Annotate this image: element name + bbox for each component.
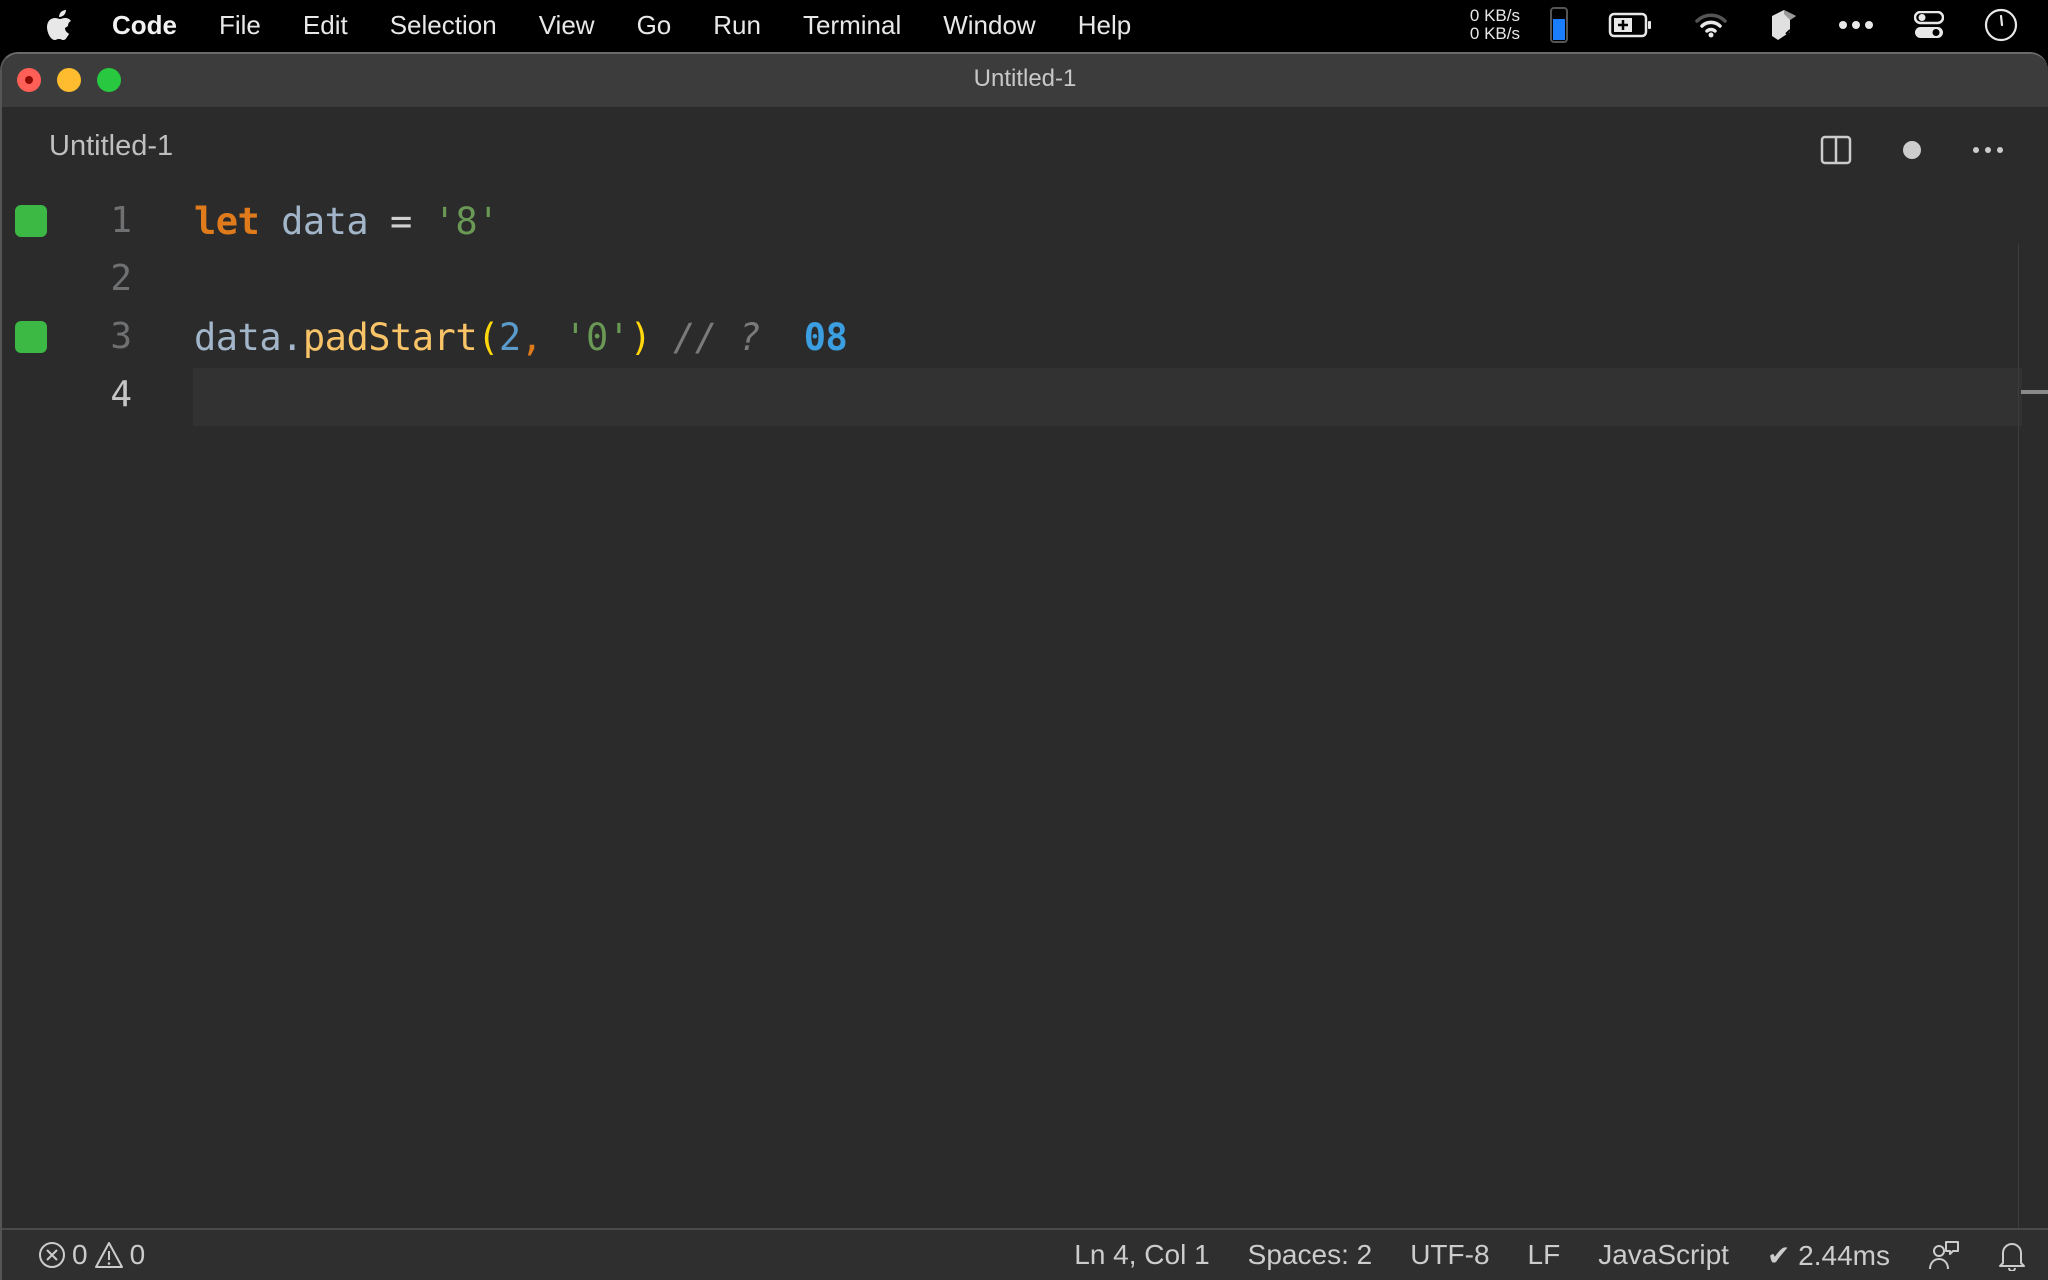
- end-of-line-setting[interactable]: LF: [1528, 1239, 1561, 1271]
- quokka-timing[interactable]: ✔ 2.44ms: [1767, 1239, 1890, 1272]
- problems-indicator[interactable]: 0 0: [38, 1239, 145, 1271]
- overview-ruler-mark: [2021, 390, 2048, 394]
- indentation-setting[interactable]: Spaces: 2: [1248, 1239, 1373, 1271]
- current-line-highlight: [193, 368, 2022, 426]
- code-token: 2: [498, 316, 521, 359]
- control-center-icon[interactable]: [1914, 11, 1944, 39]
- code-token: '0': [564, 316, 630, 359]
- code-token: .: [281, 316, 303, 359]
- inline-result-value: 08: [782, 316, 848, 359]
- code-token: '8': [433, 200, 500, 243]
- code-text[interactable]: let data = '8': [194, 200, 499, 243]
- code-token: =: [368, 200, 434, 243]
- code-token: ): [629, 316, 652, 359]
- menu-edit[interactable]: Edit: [303, 10, 348, 41]
- macos-menubar: Code File Edit Selection View Go Run Ter…: [0, 0, 2048, 50]
- code-token: data: [194, 316, 282, 359]
- editor-scrollbar[interactable]: [2018, 244, 2048, 1280]
- notifications-button[interactable]: [1998, 1239, 2026, 1271]
- code-token: let: [194, 200, 260, 243]
- menu-app-code[interactable]: Code: [112, 10, 177, 41]
- menu-run[interactable]: Run: [713, 10, 761, 41]
- memory-gauge-icon[interactable]: [1550, 7, 1568, 43]
- coverage-marker-icon[interactable]: [15, 205, 47, 237]
- network-upload-speed: 0 KB/s: [1469, 6, 1520, 25]
- code-token: ,: [520, 316, 543, 359]
- menu-selection[interactable]: Selection: [390, 10, 497, 41]
- unsaved-dot-icon: [1903, 141, 1921, 159]
- title-bar[interactable]: Untitled-1: [2, 54, 2048, 107]
- feedback-icon: [1929, 1241, 1959, 1270]
- menu-view[interactable]: View: [539, 10, 595, 41]
- app-extension-icon[interactable]: [1768, 8, 1798, 42]
- network-speed[interactable]: 0 KB/s 0 KB/s: [1470, 7, 1520, 43]
- wifi-icon[interactable]: [1694, 12, 1728, 38]
- code-editor[interactable]: 1 let data = '8' 2 3 data.padStart(2, '0') /…: [2, 192, 2048, 1222]
- menu-help[interactable]: Help: [1078, 10, 1131, 41]
- editor-tab-untitled[interactable]: Untitled-1: [49, 130, 173, 163]
- code-line[interactable]: 2: [2, 252, 2048, 310]
- menu-terminal[interactable]: Terminal: [803, 10, 901, 41]
- code-token: (: [477, 316, 499, 359]
- warning-icon: [94, 1241, 124, 1269]
- line-number: 1: [110, 200, 132, 241]
- code-token: data: [281, 200, 369, 243]
- language-mode[interactable]: JavaScript: [1598, 1239, 1729, 1271]
- error-count: 0: [72, 1239, 88, 1270]
- split-editor-button[interactable]: [1816, 130, 1856, 170]
- line-number: 3: [110, 316, 132, 357]
- editor-tab-bar: [2, 107, 2048, 192]
- status-bar: 0 0 Ln 4, Col 1 Spaces: 2 UTF-8 LF JavaS…: [2, 1228, 2048, 1280]
- code-token: padStart: [302, 316, 478, 359]
- battery-icon[interactable]: [1608, 12, 1654, 38]
- coverage-marker-icon[interactable]: [15, 321, 47, 353]
- menu-go[interactable]: Go: [637, 10, 672, 41]
- encoding-setting[interactable]: UTF-8: [1410, 1239, 1489, 1271]
- more-actions-button[interactable]: [1968, 130, 2008, 170]
- apple-menu-icon[interactable]: [42, 8, 76, 42]
- code-line[interactable]: 1 let data = '8': [2, 194, 2048, 252]
- more-icon[interactable]: [1838, 20, 1874, 30]
- menubar-status-area: 0 KB/s 0 KB/s: [1470, 0, 2048, 50]
- unsaved-indicator-button[interactable]: [1892, 130, 1932, 170]
- menu-window[interactable]: Window: [943, 10, 1035, 41]
- editor-actions: [1780, 130, 2008, 170]
- clock-icon[interactable]: [1984, 8, 2018, 42]
- line-number: 2: [110, 258, 132, 299]
- cursor-position[interactable]: Ln 4, Col 1: [1074, 1239, 1209, 1271]
- window-title: Untitled-1: [973, 65, 1077, 92]
- code-line[interactable]: 4: [2, 368, 2048, 426]
- split-editor-icon: [1820, 135, 1852, 165]
- error-icon: [38, 1241, 66, 1269]
- line-number: 4: [110, 374, 132, 415]
- feedback-button[interactable]: [1928, 1239, 1960, 1271]
- code-line[interactable]: 3 data.padStart(2, '0') // ? 08: [2, 310, 2048, 368]
- bell-icon: [1999, 1243, 2025, 1271]
- ellipsis-icon: [1973, 147, 2003, 153]
- menu-file[interactable]: File: [219, 10, 261, 41]
- warning-count: 0: [129, 1239, 146, 1270]
- code-token: // ?: [651, 316, 782, 359]
- network-download-speed: 0 KB/s: [1469, 24, 1520, 43]
- vscode-window: Untitled-1 Untitled-1 1 let data = '8' 2 3 d…: [0, 52, 2048, 1280]
- code-text[interactable]: data.padStart(2, '0') // ? 08: [194, 316, 848, 359]
